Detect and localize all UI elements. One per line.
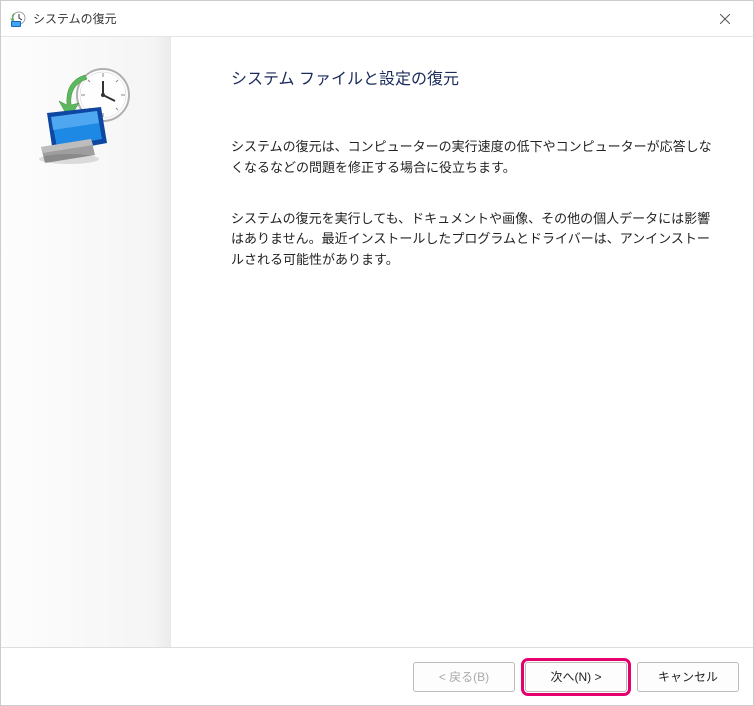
page-heading: システム ファイルと設定の復元: [231, 65, 717, 89]
window-title: システムの復元: [33, 10, 705, 27]
description-paragraph-1: システムの復元は、コンピューターの実行速度の低下やコンピューターが応答しなくなる…: [231, 137, 717, 179]
right-panel: システム ファイルと設定の復元 システムの復元は、コンピューターの実行速度の低下…: [171, 37, 753, 647]
left-panel: [1, 37, 171, 647]
cancel-button[interactable]: キャンセル: [637, 662, 739, 692]
footer-button-bar: < 戻る(B) 次へ(N) > キャンセル: [1, 647, 753, 705]
back-button: < 戻る(B): [413, 662, 515, 692]
system-restore-hero-icon: [31, 65, 141, 165]
titlebar: システムの復元: [1, 1, 753, 37]
content-area: システム ファイルと設定の復元 システムの復元は、コンピューターの実行速度の低下…: [1, 37, 753, 647]
system-restore-icon: [9, 10, 27, 28]
system-restore-window: システムの復元: [0, 0, 754, 706]
next-button[interactable]: 次へ(N) >: [525, 662, 627, 692]
description-paragraph-2: システムの復元を実行しても、ドキュメントや画像、その他の個人データには影響はあり…: [231, 209, 717, 271]
close-button[interactable]: [705, 4, 745, 34]
